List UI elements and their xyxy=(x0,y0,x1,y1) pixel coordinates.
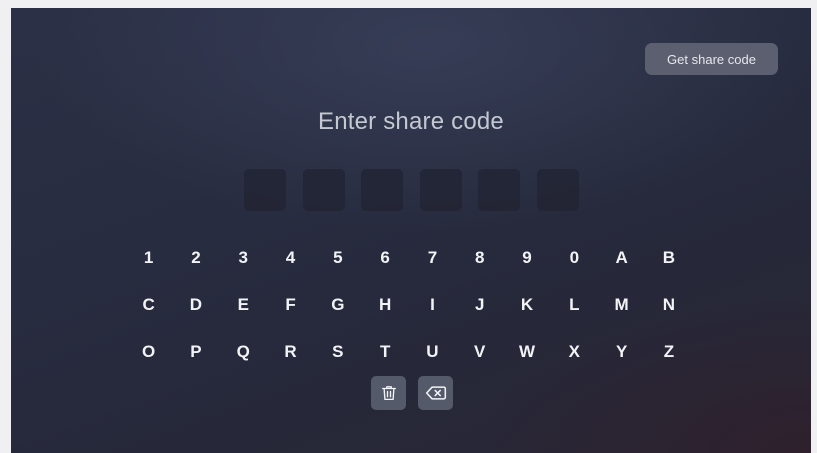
key-d[interactable]: D xyxy=(172,281,219,328)
key-z[interactable]: Z xyxy=(645,328,692,375)
key-1[interactable]: 1 xyxy=(125,234,172,281)
key-5[interactable]: 5 xyxy=(314,234,361,281)
key-c[interactable]: C xyxy=(125,281,172,328)
key-v[interactable]: V xyxy=(456,328,503,375)
clear-button[interactable] xyxy=(371,376,406,410)
key-g[interactable]: G xyxy=(314,281,361,328)
key-x[interactable]: X xyxy=(551,328,598,375)
code-slot-3[interactable] xyxy=(361,169,403,211)
key-a[interactable]: A xyxy=(598,234,645,281)
keyboard-tools xyxy=(371,376,453,410)
key-4[interactable]: 4 xyxy=(267,234,314,281)
on-screen-keyboard: 1 2 3 4 5 6 7 8 9 0 A B C D E F G H I J … xyxy=(125,234,693,375)
backspace-button[interactable] xyxy=(418,376,453,410)
key-b[interactable]: B xyxy=(645,234,692,281)
key-k[interactable]: K xyxy=(503,281,550,328)
key-m[interactable]: M xyxy=(598,281,645,328)
key-2[interactable]: 2 xyxy=(172,234,219,281)
key-u[interactable]: U xyxy=(409,328,456,375)
key-w[interactable]: W xyxy=(503,328,550,375)
key-0[interactable]: 0 xyxy=(551,234,598,281)
code-slot-1[interactable] xyxy=(244,169,286,211)
key-8[interactable]: 8 xyxy=(456,234,503,281)
key-6[interactable]: 6 xyxy=(361,234,408,281)
key-f[interactable]: F xyxy=(267,281,314,328)
key-y[interactable]: Y xyxy=(598,328,645,375)
trash-icon xyxy=(380,384,398,402)
key-o[interactable]: O xyxy=(125,328,172,375)
key-h[interactable]: H xyxy=(361,281,408,328)
key-e[interactable]: E xyxy=(220,281,267,328)
key-l[interactable]: L xyxy=(551,281,598,328)
share-code-screen: Get share code Enter share code 1 2 3 4 … xyxy=(11,8,811,453)
code-slot-6[interactable] xyxy=(536,169,579,211)
page-title: Enter share code xyxy=(318,108,504,135)
code-slot-2[interactable] xyxy=(302,169,345,211)
key-i[interactable]: I xyxy=(409,281,456,328)
code-slot-4[interactable] xyxy=(419,169,462,211)
key-7[interactable]: 7 xyxy=(409,234,456,281)
key-j[interactable]: J xyxy=(456,281,503,328)
code-slot-5[interactable] xyxy=(478,169,520,211)
key-n[interactable]: N xyxy=(645,281,692,328)
key-9[interactable]: 9 xyxy=(503,234,550,281)
key-3[interactable]: 3 xyxy=(220,234,267,281)
key-p[interactable]: P xyxy=(172,328,219,375)
get-share-code-button[interactable]: Get share code xyxy=(645,43,778,75)
key-s[interactable]: S xyxy=(314,328,361,375)
key-q[interactable]: Q xyxy=(220,328,267,375)
key-r[interactable]: R xyxy=(267,328,314,375)
code-input-slots xyxy=(244,169,579,211)
backspace-icon xyxy=(425,384,447,402)
key-t[interactable]: T xyxy=(361,328,408,375)
